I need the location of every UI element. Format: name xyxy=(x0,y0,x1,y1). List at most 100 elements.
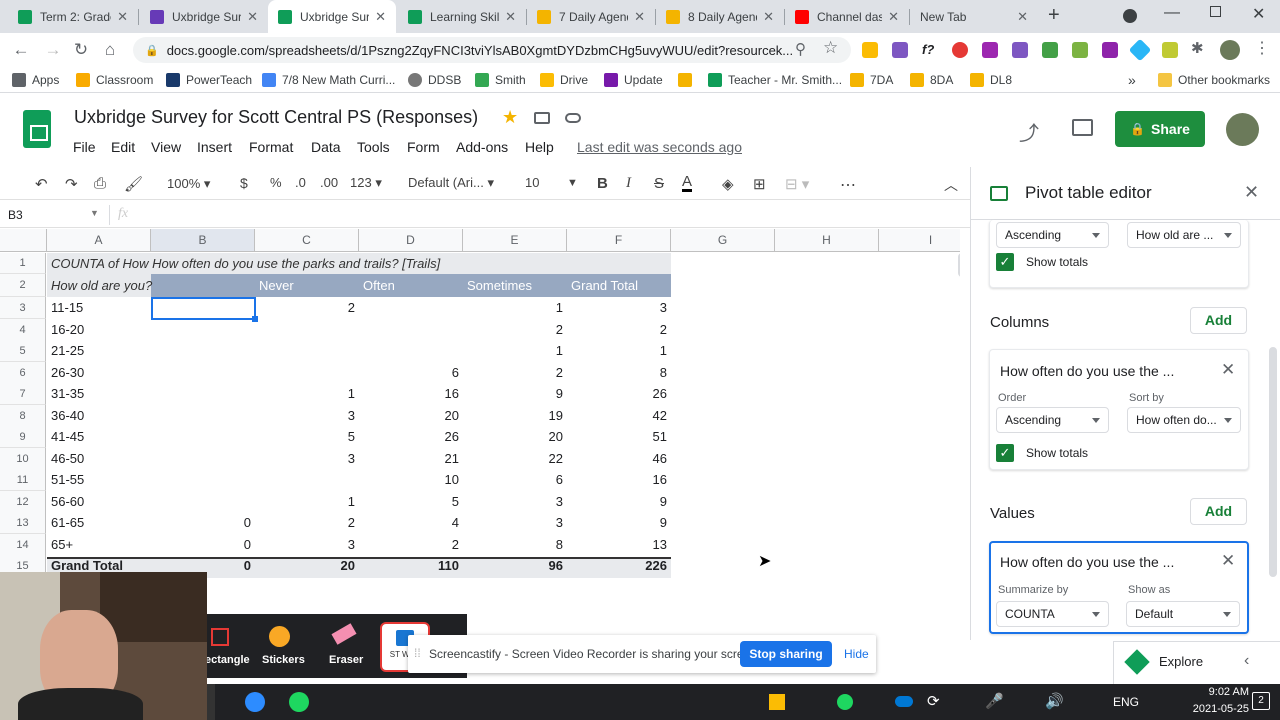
chevron-down-icon[interactable]: ▼ xyxy=(567,177,578,189)
window-close-icon[interactable]: ✕ xyxy=(1252,4,1265,24)
close-tab-icon[interactable]: ✕ xyxy=(247,9,258,25)
row-header[interactable]: 7 xyxy=(0,383,46,405)
table-cell[interactable]: 3 xyxy=(567,297,671,318)
bookmark-classroom[interactable]: Classroom xyxy=(76,71,153,88)
row-header[interactable]: 11 xyxy=(0,469,46,491)
extension-icon[interactable] xyxy=(982,42,998,58)
borders-icon[interactable]: ⊞ xyxy=(753,175,766,193)
minimize-icon[interactable]: — xyxy=(1164,4,1180,22)
stop-sharing-button[interactable]: Stop sharing xyxy=(740,641,832,667)
chevron-down-icon[interactable]: ▼ xyxy=(90,208,99,218)
fill-handle[interactable] xyxy=(252,316,258,322)
pivot-col-header[interactable]: Never xyxy=(255,274,298,297)
address-bar[interactable]: 🔒 docs.google.com/spreadsheets/d/1Pszng2… xyxy=(133,37,851,63)
table-cell[interactable]: 26 xyxy=(567,383,671,404)
sheets-logo-icon[interactable] xyxy=(23,110,51,148)
table-cell[interactable]: 46 xyxy=(567,448,671,469)
row-label-cell[interactable]: 21-25 xyxy=(47,340,88,361)
zoom-icon[interactable]: ⚲ xyxy=(795,40,806,58)
pivot-col-header[interactable]: Often xyxy=(359,274,399,297)
table-cell[interactable]: 19 xyxy=(463,405,567,426)
add-value-button[interactable]: Add xyxy=(1190,498,1247,525)
extension-icon[interactable] xyxy=(1012,42,1028,58)
browser-menu-icon[interactable]: ⋮ xyxy=(1254,38,1270,58)
row-header[interactable]: 4 xyxy=(0,319,46,341)
close-tab-icon[interactable]: ✕ xyxy=(888,9,899,25)
increase-decimal-button[interactable]: .00 xyxy=(320,175,338,190)
extension-icon[interactable] xyxy=(1042,42,1058,58)
bookmark-update[interactable]: Update xyxy=(604,71,663,88)
column-header[interactable]: H xyxy=(775,229,879,252)
browser-tab[interactable]: Uxbridge Surv ✕ xyxy=(140,0,268,33)
table-cell[interactable]: 20 xyxy=(255,555,359,576)
font-select[interactable]: Default (Ari... ▾ xyxy=(408,175,494,191)
bookmark-apps[interactable]: Apps xyxy=(12,71,59,88)
table-cell[interactable]: 9 xyxy=(567,512,671,533)
table-cell[interactable]: 2 xyxy=(359,534,463,555)
decrease-decimal-button[interactable]: .0 xyxy=(295,175,306,190)
menu-view[interactable]: View xyxy=(151,139,181,155)
explore-button[interactable]: Explore xyxy=(1159,654,1203,669)
volume-icon[interactable]: 🔊 xyxy=(1045,692,1064,710)
table-cell[interactable]: 0 xyxy=(151,512,255,533)
close-tab-icon[interactable]: ✕ xyxy=(763,9,774,25)
row-header[interactable]: 2 xyxy=(0,274,46,297)
pdf-extension-icon[interactable] xyxy=(892,42,908,58)
more-formats-select[interactable]: 123 ▾ xyxy=(350,175,382,191)
row-label-cell[interactable]: 56-60 xyxy=(47,491,88,512)
new-tab-button[interactable]: + xyxy=(1048,4,1060,27)
notification-icon[interactable]: 2 xyxy=(1252,692,1270,710)
column-header[interactable]: I xyxy=(879,229,960,252)
columns-order-select[interactable]: Ascending xyxy=(996,407,1109,433)
table-cell[interactable]: 51 xyxy=(567,426,671,447)
row-header[interactable]: 6 xyxy=(0,362,46,384)
table-cell[interactable]: 16 xyxy=(359,383,463,404)
collapse-header-icon[interactable]: ︿ xyxy=(944,175,958,195)
bookmark-dl8[interactable]: DL8 xyxy=(970,71,1012,88)
cloud-status-icon[interactable] xyxy=(565,113,581,123)
row-header[interactable]: 14 xyxy=(0,534,46,556)
menu-addons[interactable]: Add-ons xyxy=(456,139,508,155)
move-folder-icon[interactable] xyxy=(534,112,550,124)
bookmark-teacher[interactable]: Teacher - Mr. Smith... xyxy=(708,71,842,88)
document-title[interactable]: Uxbridge Survey for Scott Central PS (Re… xyxy=(74,107,478,128)
clock-date[interactable]: 2021-05-25 xyxy=(1173,703,1249,715)
table-cell[interactable]: 3 xyxy=(463,491,567,512)
remove-field-icon[interactable]: ✕ xyxy=(1221,360,1235,380)
table-cell[interactable]: 13 xyxy=(567,534,671,555)
undo-icon[interactable]: ↶ xyxy=(35,175,48,193)
bookmark-star-icon[interactable]: ☆ xyxy=(823,38,838,58)
onedrive-icon[interactable] xyxy=(895,696,913,707)
forward-icon[interactable]: → xyxy=(42,39,64,61)
name-box[interactable]: B3 xyxy=(8,208,23,222)
column-header[interactable]: A xyxy=(47,229,151,252)
screencastify-extension-icon[interactable] xyxy=(952,42,968,58)
menu-data[interactable]: Data xyxy=(311,139,341,155)
table-cell[interactable]: 5 xyxy=(359,491,463,512)
table-cell[interactable]: 2 xyxy=(255,512,359,533)
browser-tab[interactable]: Term 2: Grade ✕ xyxy=(8,0,138,33)
table-cell[interactable]: 6 xyxy=(463,469,567,490)
table-cell[interactable]: 1 xyxy=(255,491,359,512)
table-cell[interactable]: 110 xyxy=(359,555,463,576)
pivot-row-label[interactable]: How old are you? xyxy=(47,274,156,297)
star-icon[interactable]: ★ xyxy=(502,107,518,128)
bold-icon[interactable]: B xyxy=(597,175,608,192)
extension-icon[interactable] xyxy=(1128,38,1152,62)
rectangle-tool[interactable]: ectangle xyxy=(205,654,250,666)
close-tab-icon[interactable]: ✕ xyxy=(1017,9,1028,25)
row-header[interactable]: 9 xyxy=(0,426,46,448)
showas-select[interactable]: Default xyxy=(1126,601,1240,627)
bookmark-smith[interactable]: Smith xyxy=(475,71,526,88)
columns-sortby-select[interactable]: How often do... xyxy=(1127,407,1241,433)
table-cell[interactable]: 21 xyxy=(359,448,463,469)
text-color-icon[interactable]: A xyxy=(682,174,693,192)
close-tab-icon[interactable]: ✕ xyxy=(117,9,128,25)
menu-insert[interactable]: Insert xyxy=(197,139,232,155)
menu-tools[interactable]: Tools xyxy=(357,139,390,155)
menu-form[interactable]: Form xyxy=(407,139,440,155)
collapse-side-panel-icon[interactable]: ‹ xyxy=(1244,652,1249,670)
menu-edit[interactable]: Edit xyxy=(111,139,135,155)
table-cell[interactable]: 2 xyxy=(463,319,567,340)
table-cell[interactable]: 2 xyxy=(463,362,567,383)
